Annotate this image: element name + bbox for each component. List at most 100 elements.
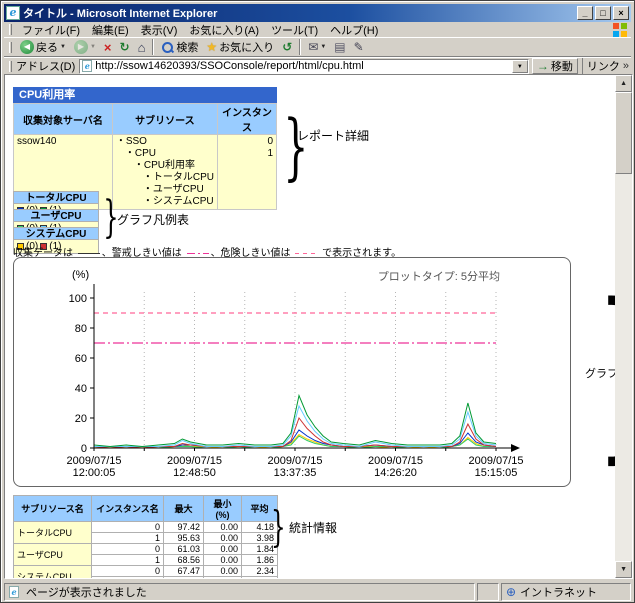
refresh-button[interactable] [116,38,134,56]
address-input[interactable] [95,60,512,73]
zone-label: イントラネット [520,584,597,600]
address-field: ▼ [79,59,529,74]
legend-title: トータルCPU [13,191,99,204]
data-line-sample [78,253,100,254]
page-title: CPU利用率 [13,87,277,103]
stats-row: ユーザCPU 0 61.03 0.00 1.84 [14,544,278,555]
close-button[interactable]: × [613,6,629,20]
back-icon [20,40,34,54]
back-button[interactable]: 戻る [16,38,70,56]
mail-button[interactable] [304,38,330,56]
search-label: 検索 [176,39,198,55]
scroll-up-icon[interactable]: ▲ [615,75,632,92]
forward-dropdown-icon[interactable] [90,44,96,50]
stats-instance: 1 [92,555,164,566]
legend-annotation: グラフ凡例表 [117,211,189,228]
favorites-star-icon [206,40,217,54]
stop-button[interactable] [100,38,116,56]
stats-min: 0.00 [204,544,242,555]
go-button[interactable]: 移動 [532,58,578,74]
stats-header-row: サブリソース名 インスタンス名 最大 最小(%) 平均 [14,496,278,522]
forward-button[interactable] [70,38,100,56]
svg-text:2009/07/15: 2009/07/15 [66,455,121,467]
titlebar[interactable]: タイトル - Microsoft Internet Explorer _ □ × [4,4,631,22]
address-label: アドレス(D) [16,58,75,74]
links-label: リンク [587,58,620,74]
detail-instance-cell: 0 1 [217,135,276,210]
detail-header-row: 収集対象サーバ名 サブリソース インスタンス [14,104,277,135]
danger-line-sample [295,253,317,254]
stats-avg: 1.86 [242,555,278,566]
stats-header-subresource: サブリソース名 [14,496,92,522]
stats-header-min-label: 最小 [213,499,231,509]
warning-line-sample [187,253,209,254]
mail-dropdown-icon[interactable] [320,44,326,50]
legend-title: ユーザCPU [13,209,99,222]
page-icon [82,60,92,72]
stats-unit-label: (%) [216,510,230,520]
svg-text:20: 20 [75,413,87,425]
menu-edit[interactable]: 編集(E) [86,22,135,38]
stats-max: 67.47 [164,566,204,577]
stats-annotation: 統計情報 [289,519,337,536]
report-page: CPU利用率 収集対象サーバ名 サブリソース インスタンス ssow140 SS… [5,75,615,578]
stats-instance: 1 [92,533,164,544]
stats-brace [265,501,292,553]
svg-text:2009/07/15: 2009/07/15 [468,455,523,467]
menu-favorites[interactable]: お気に入り(A) [183,22,265,38]
menu-tools[interactable]: ツール(T) [265,22,324,38]
intranet-zone-icon [506,585,516,599]
addressbar: アドレス(D) ▼ 移動 リンク [4,57,631,74]
svg-text:13:37:35: 13:37:35 [274,467,317,479]
menu-view[interactable]: 表示(V) [135,22,184,38]
svg-text:80: 80 [75,323,87,335]
minimize-button[interactable]: _ [577,6,593,20]
tree-item: ユーザCPU [143,184,214,196]
svg-text:2009/07/15: 2009/07/15 [267,455,322,467]
addressbar-grip[interactable] [9,61,12,72]
instance-value: 0 [221,136,273,148]
stats-subresource: ユーザCPU [14,544,92,566]
back-dropdown-icon[interactable] [60,44,66,50]
vertical-scrollbar[interactable]: ▲ ▼ [615,75,632,578]
scrollbar-thumb[interactable] [615,92,632,174]
toolbar-grip[interactable] [9,42,12,53]
favorites-label: お気に入り [219,39,274,55]
svg-text:100: 100 [69,293,87,305]
svg-text:15:15:05: 15:15:05 [475,467,518,479]
stats-avg: 2.34 [242,566,278,577]
home-button[interactable] [134,38,150,56]
address-dropdown-icon[interactable]: ▼ [512,60,528,73]
svg-text:60: 60 [75,353,87,365]
legend-title: システムCPU [13,227,99,240]
stats-instance: 1 [92,577,164,579]
graph-panel: プロットタイプ: 5分平均 0204060801002009/07/1512:0… [13,257,571,487]
detail-brace [273,102,319,190]
history-button[interactable] [278,38,296,56]
print-icon [334,40,345,54]
stats-max: 68.56 [164,555,204,566]
stats-min: 0.00 [204,522,242,533]
stats-header-max: 最大 [164,496,204,522]
scroll-down-icon[interactable]: ▼ [615,561,632,578]
stats-table: サブリソース名 インスタンス名 最大 最小(%) 平均 トータルCPU 0 97… [13,495,278,578]
search-button[interactable]: 検索 [157,38,202,56]
tree-item: CPU [125,148,214,160]
stats-instance: 0 [92,544,164,555]
stats-instance: 0 [92,522,164,533]
stats-max: 61.03 [164,544,204,555]
stats-min: 0.00 [204,533,242,544]
links-bar[interactable]: リンク [582,58,629,74]
print-button[interactable] [330,38,349,56]
menu-help[interactable]: ヘルプ(H) [324,22,384,38]
status-zone-panel: イントラネット [501,583,631,601]
cpu-chart-svg: 0204060801002009/07/1512:00:052009/07/15… [14,258,570,486]
maximize-button[interactable]: □ [595,6,611,20]
edit-button[interactable] [350,38,368,56]
links-chevron-icon [623,60,629,72]
stats-header-instance: インスタンス名 [92,496,164,522]
tree-item: トータルCPU [143,172,214,184]
menubar-grip[interactable] [9,24,12,35]
favorites-button[interactable]: お気に入り [202,38,278,56]
menu-file[interactable]: ファイル(F) [16,22,86,38]
